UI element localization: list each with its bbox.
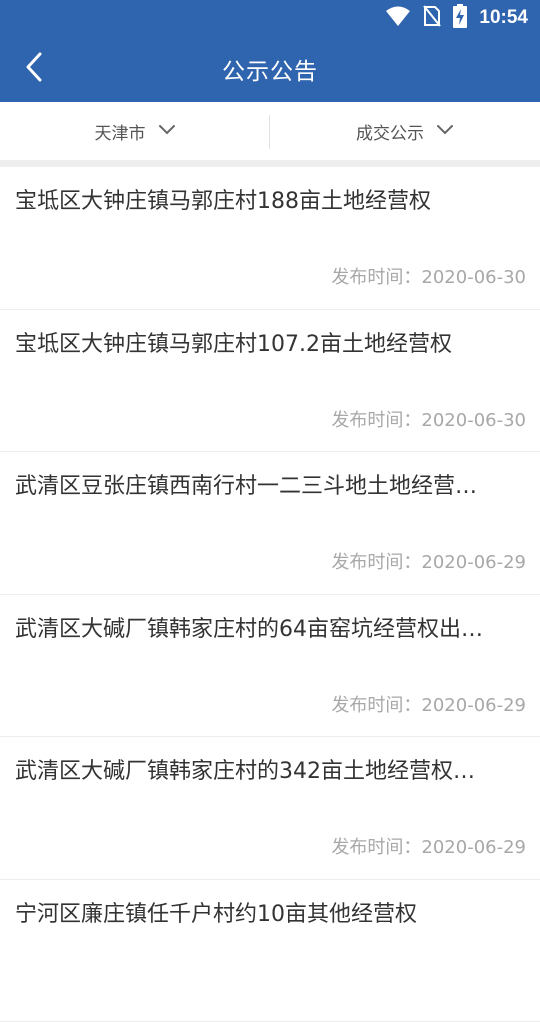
back-button[interactable] [10, 44, 58, 94]
status-icons: 10:54 [385, 0, 528, 36]
app-bar: 公示公告 [0, 36, 540, 102]
list-item[interactable]: 宝坻区大钟庄镇马郭庄村107.2亩土地经营权 发布时间：2020-06-30 [0, 310, 540, 453]
date-value: 2020-06-30 [421, 410, 526, 431]
status-time: 10:54 [479, 7, 528, 29]
category-filter-dropdown[interactable]: 成交公示 [270, 102, 540, 160]
page-title: 公示公告 [0, 36, 540, 102]
list-item[interactable]: 武清区大碱厂镇韩家庄村的64亩窑坑经营权出… 发布时间：2020-06-29 [0, 595, 540, 738]
category-filter-label: 成交公示 [356, 119, 424, 144]
date-label: 发布时间： [331, 695, 421, 716]
section-divider [0, 160, 540, 167]
chevron-left-icon [24, 51, 44, 87]
date-label: 发布时间： [331, 410, 421, 431]
list-item[interactable]: 武清区大碱厂镇韩家庄村的342亩土地经营权… 发布时间：2020-06-29 [0, 737, 540, 880]
date-value: 2020-06-29 [421, 837, 526, 858]
item-title: 武清区豆张庄镇西南行村一二三斗地土地经营… [15, 470, 522, 504]
announcement-list: 宝坻区大钟庄镇马郭庄村188亩土地经营权 发布时间：2020-06-30 宝坻区… [0, 167, 540, 1022]
date-value: 2020-06-29 [421, 552, 526, 573]
date-label: 发布时间： [331, 552, 421, 573]
battery-charging-icon [453, 4, 467, 32]
item-title: 宁河区廉庄镇任千户村约10亩其他经营权 [15, 898, 522, 932]
list-item[interactable]: 武清区豆张庄镇西南行村一二三斗地土地经营… 发布时间：2020-06-29 [0, 452, 540, 595]
item-title: 宝坻区大钟庄镇马郭庄村188亩土地经营权 [15, 185, 522, 219]
list-item[interactable]: 宝坻区大钟庄镇马郭庄村188亩土地经营权 发布时间：2020-06-30 [0, 167, 540, 310]
filter-divider [269, 115, 270, 149]
item-date: 发布时间：2020-06-30 [331, 406, 526, 432]
wifi-icon [385, 5, 411, 31]
item-title: 武清区大碱厂镇韩家庄村的64亩窑坑经营权出… [15, 613, 522, 647]
date-label: 发布时间： [331, 267, 421, 288]
region-filter-label: 天津市 [95, 119, 146, 144]
item-date: 发布时间：2020-06-29 [331, 691, 526, 717]
item-date: 发布时间：2020-06-29 [331, 833, 526, 859]
item-title: 武清区大碱厂镇韩家庄村的342亩土地经营权… [15, 755, 522, 789]
no-sim-icon [423, 5, 441, 31]
status-bar: 10:54 [0, 0, 540, 36]
date-value: 2020-06-29 [421, 695, 526, 716]
date-label: 发布时间： [331, 837, 421, 858]
region-filter-dropdown[interactable]: 天津市 [0, 102, 270, 160]
filter-bar: 天津市 成交公示 [0, 102, 540, 160]
item-title: 宝坻区大钟庄镇马郭庄村107.2亩土地经营权 [15, 328, 522, 362]
item-date: 发布时间：2020-06-30 [331, 263, 526, 289]
date-value: 2020-06-30 [421, 267, 526, 288]
chevron-down-icon [436, 121, 454, 141]
item-date: 发布时间：2020-06-29 [331, 548, 526, 574]
list-item[interactable]: 宁河区廉庄镇任千户村约10亩其他经营权 [0, 880, 540, 1022]
chevron-down-icon [158, 121, 176, 141]
